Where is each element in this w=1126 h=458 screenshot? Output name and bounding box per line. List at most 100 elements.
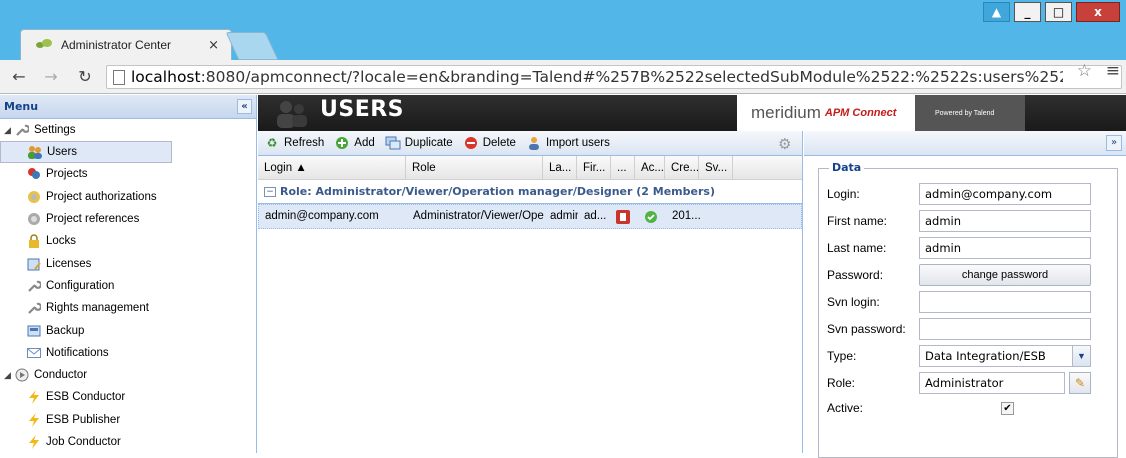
- sidebar-item-label: Rights management: [46, 302, 149, 315]
- type-label: Type:: [827, 349, 857, 363]
- sidebar-item-locks[interactable]: Locks: [0, 230, 256, 252]
- sidebar-item-label: ESB Conductor: [46, 391, 126, 404]
- cell-created: 201...: [672, 210, 700, 222]
- column-active[interactable]: Ac...: [635, 156, 665, 179]
- conductor-icon: [14, 367, 30, 383]
- role-label: Role:: [827, 376, 856, 390]
- window-controls: ▲ _ □ x: [983, 2, 1120, 22]
- collapse-menu-button[interactable]: «: [237, 99, 252, 114]
- minimize-button[interactable]: _: [1014, 2, 1041, 22]
- delete-button[interactable]: Delete: [463, 135, 516, 151]
- first-name-input[interactable]: admin: [919, 210, 1091, 232]
- duplicate-icon: [385, 135, 401, 151]
- cell-active: [636, 205, 666, 228]
- forward-arrow-icon[interactable]: →: [40, 67, 62, 86]
- bookmark-star-icon[interactable]: ☆: [1077, 61, 1092, 81]
- svn-login-input[interactable]: [919, 291, 1091, 313]
- detail-header: »: [804, 131, 1126, 156]
- maximize-button[interactable]: □: [1045, 2, 1072, 22]
- duplicate-button[interactable]: Duplicate: [385, 135, 453, 151]
- role-row: Role: Administrator ✎: [827, 372, 1091, 394]
- type-select[interactable]: Data Integration/ESB ▼: [919, 345, 1091, 367]
- grid-toolbar: ♻ Refresh Add Duplicate Delete Import us…: [258, 131, 802, 156]
- user-profile-button[interactable]: ▲: [983, 2, 1010, 22]
- sidebar-item-notifications[interactable]: Notifications: [0, 342, 256, 364]
- table-row[interactable]: admin@company.com Administrator/Viewer/O…: [258, 204, 802, 229]
- project-references-icon: [26, 211, 42, 227]
- password-label: Password:: [827, 268, 884, 282]
- sidebar-item-label: Notifications: [46, 346, 109, 359]
- sidebar-item-label: Licenses: [46, 257, 92, 270]
- address-bar[interactable]: localhost:8080/apmconnect/?locale=en&bra…: [106, 65, 1122, 89]
- license-icon: [26, 256, 42, 272]
- expand-panel-button[interactable]: »: [1106, 135, 1122, 151]
- active-row: Active: ✔: [827, 401, 1014, 415]
- sidebar-item-project-references[interactable]: Project references: [0, 208, 256, 230]
- first-name-row: First name: admin: [827, 210, 1091, 232]
- role-group-header[interactable]: − Role: Administrator/Viewer/Operation m…: [258, 180, 802, 204]
- wrench-icon: [26, 300, 42, 316]
- svn-password-row: Svn password:: [827, 318, 1091, 340]
- active-checkbox[interactable]: ✔: [1001, 401, 1014, 415]
- browser-menu-icon[interactable]: ≡: [1106, 61, 1120, 81]
- sidebar-item-licenses[interactable]: Licenses: [0, 252, 256, 274]
- sidebar-item-esb-publisher[interactable]: ESB Publisher: [0, 409, 256, 431]
- envelope-icon: [26, 345, 42, 361]
- expand-triangle-icon[interactable]: ◢: [4, 370, 14, 381]
- column-last-name[interactable]: La...: [543, 156, 577, 179]
- sidebar-item-users[interactable]: Users: [0, 141, 172, 164]
- type-select-value: Data Integration/ESB: [925, 349, 1046, 363]
- column-type[interactable]: ...: [611, 156, 635, 179]
- last-name-input[interactable]: admin: [919, 237, 1091, 259]
- sidebar-item-label: Project references: [46, 213, 140, 226]
- grid-settings-gear-icon[interactable]: ⚙: [778, 135, 791, 153]
- sidebar-item-esb-conductor[interactable]: ESB Conductor: [0, 386, 256, 408]
- expand-triangle-icon[interactable]: ◢: [4, 125, 14, 136]
- first-name-label: First name:: [827, 214, 888, 228]
- chevron-down-icon[interactable]: ▼: [1072, 346, 1090, 366]
- refresh-icon: ♻: [266, 136, 278, 150]
- lightning-icon: [26, 434, 42, 450]
- import-users-button[interactable]: Import users: [526, 135, 610, 151]
- refresh-button[interactable]: ♻ Refresh: [264, 135, 325, 151]
- meridium-logo: meridium APM Connect: [737, 95, 915, 131]
- sidebar-item-conductor[interactable]: ◢ Conductor: [0, 364, 256, 386]
- content-area: USERS meridium APM Connect Powered by Ta…: [258, 95, 1126, 458]
- type-row: Type: Data Integration/ESB ▼: [827, 345, 1091, 367]
- browser-tab[interactable]: Administrator Center ×: [20, 29, 232, 60]
- url-text: localhost:8080/apmconnect/?locale=en&bra…: [131, 68, 1063, 86]
- new-tab-button[interactable]: [225, 32, 279, 60]
- column-created[interactable]: Cre...: [665, 156, 699, 179]
- change-password-button[interactable]: change password: [919, 264, 1091, 286]
- sidebar-item-settings[interactable]: ◢ Settings: [0, 119, 256, 141]
- reload-icon[interactable]: ↻: [74, 67, 96, 86]
- login-input[interactable]: admin@company.com: [919, 183, 1091, 205]
- sidebar-item-projects[interactable]: Projects: [0, 163, 256, 185]
- edit-role-pencil-icon[interactable]: ✎: [1069, 372, 1091, 394]
- group-collapse-icon[interactable]: −: [264, 186, 276, 197]
- sidebar-item-project-authorizations[interactable]: Project authorizations: [0, 186, 256, 208]
- column-first-name[interactable]: Fir...: [577, 156, 611, 179]
- menu-tree: ◢ Settings Users Projects Project authorizat…: [0, 119, 256, 453]
- column-role[interactable]: Role: [406, 156, 543, 179]
- svn-password-input[interactable]: [919, 318, 1091, 340]
- back-arrow-icon[interactable]: ←: [8, 67, 30, 86]
- tab-close-icon[interactable]: ×: [208, 38, 219, 53]
- cell-first-name: ad...: [584, 210, 607, 222]
- delete-icon: [463, 135, 479, 151]
- role-field[interactable]: Administrator: [919, 372, 1065, 394]
- menu-header: Menu «: [0, 95, 256, 119]
- fieldset-legend: Data: [829, 161, 865, 174]
- column-login[interactable]: Login ▲: [258, 156, 406, 179]
- sidebar-item-job-conductor[interactable]: Job Conductor: [0, 431, 256, 453]
- close-window-button[interactable]: x: [1076, 2, 1120, 22]
- sidebar-item-backup[interactable]: Backup: [0, 319, 256, 341]
- sidebar-item-label: Conductor: [34, 369, 88, 382]
- sidebar-item-rights-management[interactable]: Rights management: [0, 297, 256, 319]
- backup-icon: [26, 323, 42, 339]
- column-svn[interactable]: Sv...: [699, 156, 733, 179]
- add-button[interactable]: Add: [334, 135, 375, 151]
- users-grid: ♻ Refresh Add Duplicate Delete Import us…: [258, 131, 803, 453]
- add-icon: [334, 135, 350, 151]
- sidebar-item-configuration[interactable]: Configuration: [0, 275, 256, 297]
